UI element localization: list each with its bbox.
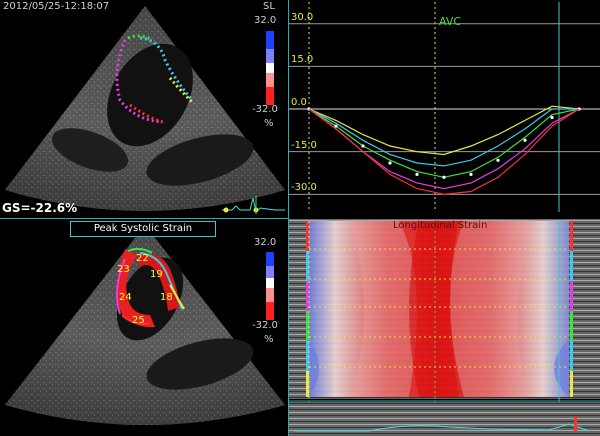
panel-title: Peak Systolic Strain: [70, 221, 216, 237]
echo-image-top: [5, 6, 285, 214]
scale-max-label-bottom: 32.0: [254, 237, 277, 248]
strain-heatmap-panel: Longitudinal Strain: [289, 219, 600, 436]
strain-curve-panel: AVC 30.0 15.0 0.0 -15.0 -30.0: [289, 0, 600, 218]
scale-unit-label-bottom: %: [264, 334, 274, 345]
timestamp: 2012/05/25-12:18:07: [3, 1, 110, 12]
longitudinal-strain-heatmap: [289, 219, 600, 436]
y-tick-label: 15.0: [291, 54, 314, 66]
average-curve-point: [523, 138, 527, 142]
segment-bar-right: [570, 221, 573, 397]
heatmap-title: Longitudinal Strain: [393, 220, 488, 231]
average-curve-point: [469, 172, 473, 177]
strain-curve-chart: [289, 0, 600, 218]
y-tick-label: -30.0: [291, 182, 317, 194]
y-tick-label: 0.0: [291, 97, 307, 108]
average-curve-point: [334, 124, 338, 128]
color-scale-bar-bottom: [266, 252, 274, 320]
segment-label: 19: [150, 269, 163, 280]
scale-min-label: -32.0: [252, 104, 278, 115]
color-scale-bar: [266, 31, 274, 105]
average-curve-point: [442, 175, 446, 179]
y-tick-label: 30.0: [291, 11, 314, 23]
segment-label: 23: [117, 264, 130, 275]
scale-min-label-bottom: -32.0: [252, 320, 278, 331]
average-curve-point: [361, 144, 365, 148]
average-curve-point: [388, 161, 392, 165]
average-curve-point: [496, 158, 500, 162]
segment-label: 18: [160, 292, 173, 303]
segment-label: 25: [132, 315, 145, 326]
scale-max-label: 32.0: [254, 15, 277, 26]
average-curve-point: [550, 115, 554, 120]
average-curve-point: [415, 172, 419, 177]
echo-image-bottom: [5, 225, 285, 425]
scale-unit-label: %: [264, 118, 274, 129]
mode-label: SL: [263, 1, 275, 12]
y-tick-label: -15.0: [291, 139, 317, 151]
avc-label: AVC: [439, 15, 462, 28]
segment-label: 22: [136, 253, 149, 264]
global-strain-value: GS=-22.6%: [2, 201, 78, 215]
top-left-echo-panel: 2012/05/25-12:18:07 SL 32.0 -32.0 % GS=-…: [0, 0, 288, 218]
bottom-left-echo-panel: Peak Systolic Strain 32.0 -32.0 % 22 23 …: [0, 219, 288, 436]
segment-label: 24: [119, 292, 132, 303]
